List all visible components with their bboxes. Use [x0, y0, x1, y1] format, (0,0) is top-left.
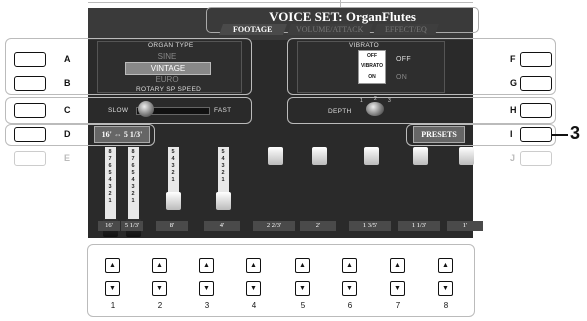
tab-footage[interactable]: FOOTAGE [218, 24, 288, 35]
key-f-label: F [510, 54, 516, 64]
key-j-label: J [510, 153, 516, 163]
drawbar-handle[interactable] [165, 192, 181, 210]
up-arrow-button[interactable]: ▲ [199, 258, 214, 273]
organ-type-sine[interactable]: SINE [125, 51, 209, 62]
drawbar-footage-label: 1' [447, 221, 483, 231]
button-number-label: 8 [443, 301, 449, 310]
rotary-slow-label: SLOW [108, 107, 129, 114]
rotary-sp-speed-label: ROTARY SP SPEED [136, 86, 202, 93]
drawbar-footage-label: 5 1/3' [121, 221, 143, 231]
rotary-speed-knob[interactable] [138, 101, 154, 117]
down-arrow-button[interactable]: ▼ [246, 281, 261, 296]
rotary-fast-label: FAST [214, 107, 232, 114]
key-h-button[interactable] [520, 103, 552, 118]
key-i-button[interactable] [520, 127, 552, 142]
drawbar-handle[interactable] [311, 147, 327, 165]
drawbar-handle[interactable] [215, 192, 231, 210]
organ-type-label: ORGAN TYPE [148, 42, 194, 49]
drawbar-footage-label: 1 3/5' [349, 221, 391, 231]
tab-volume-attack[interactable]: VOLUME/ATTACK [286, 24, 374, 35]
key-g-label: G [510, 78, 518, 88]
drawbar-scale: 87654321 [108, 149, 112, 204]
callout-number: 3 [570, 123, 581, 143]
presets-button[interactable]: PRESETS [413, 126, 465, 143]
top-rule [88, 2, 473, 3]
vibrato-label: VIBRATO [349, 42, 380, 49]
drawbar-footage-label: 8' [156, 221, 188, 231]
vibrato-switch-off: OFF [367, 53, 377, 59]
key-b-label: B [64, 78, 71, 88]
vibrato-switch[interactable]: OFF VIBRATO ON [358, 50, 386, 84]
up-arrow-button[interactable]: ▲ [342, 258, 357, 273]
key-e-label: E [64, 153, 71, 163]
button-number-label: 5 [300, 301, 306, 310]
drawbar-footage-label: 16' [98, 221, 120, 231]
drawbar-footage-label: 2' [300, 221, 336, 231]
button-number-label: 1 [110, 301, 116, 310]
key-f-button[interactable] [520, 52, 552, 67]
drawbar-footage-label: 1 1/3' [398, 221, 440, 231]
drawbar-handle[interactable] [267, 147, 283, 165]
up-arrow-button[interactable]: ▲ [438, 258, 453, 273]
down-arrow-button[interactable]: ▼ [152, 281, 167, 296]
key-c-label: C [64, 105, 71, 115]
down-arrow-button[interactable]: ▼ [295, 281, 310, 296]
down-arrow-button[interactable]: ▼ [390, 281, 405, 296]
drawbar-scale: 54321 [171, 149, 175, 183]
depth-knob[interactable] [366, 102, 384, 116]
key-d-label: D [64, 129, 71, 139]
button-number-label: 6 [347, 301, 353, 310]
vibrato-switch-on: ON [368, 74, 376, 80]
callout-line [552, 134, 568, 136]
drawbar-scale: 54321 [221, 149, 225, 183]
key-h-label: H [510, 105, 517, 115]
key-i-label: I [510, 129, 513, 139]
up-arrow-button[interactable]: ▲ [152, 258, 167, 273]
bottom-button-panel [87, 244, 475, 317]
depth-scale-1: 1 [360, 98, 364, 104]
button-number-label: 3 [204, 301, 210, 310]
down-arrow-button[interactable]: ▼ [438, 281, 453, 296]
button-number-label: 7 [395, 301, 401, 310]
down-arrow-button[interactable]: ▼ [199, 281, 214, 296]
key-a-button[interactable] [14, 52, 46, 67]
button-number-label: 4 [251, 301, 257, 310]
down-arrow-button[interactable]: ▼ [105, 281, 120, 296]
depth-label: DEPTH [328, 108, 352, 115]
title-callout-stem [340, 0, 341, 7]
drawbar-handle[interactable] [458, 147, 474, 165]
up-arrow-button[interactable]: ▲ [295, 258, 310, 273]
drawbar-handle[interactable] [412, 147, 428, 165]
up-arrow-button[interactable]: ▲ [390, 258, 405, 273]
footage-swap-button[interactable]: 16' ⇔ 5 1/3' [94, 126, 150, 143]
drawbar-footage-label: 4' [204, 221, 240, 231]
key-e-button[interactable] [14, 151, 46, 166]
key-j-button[interactable] [520, 151, 552, 166]
drawbar-scale: 87654321 [131, 149, 135, 204]
key-c-button[interactable] [14, 103, 46, 118]
key-b-button[interactable] [14, 76, 46, 91]
key-g-button[interactable] [520, 76, 552, 91]
vibrato-off-label: OFF [396, 56, 411, 63]
drawbar-footage-label: 2 2/3' [253, 221, 295, 231]
down-arrow-button[interactable]: ▼ [342, 281, 357, 296]
button-number-label: 2 [157, 301, 163, 310]
depth-scale-3: 3 [388, 98, 392, 104]
key-a-label: A [64, 54, 71, 64]
organ-type-euro[interactable]: EURO [125, 74, 209, 85]
up-arrow-button[interactable]: ▲ [246, 258, 261, 273]
drawbar-handle[interactable] [363, 147, 379, 165]
vibrato-on-label: ON [396, 74, 408, 81]
tab-effect-eq[interactable]: EFFECT/EQ [372, 24, 440, 35]
vibrato-switch-vibrato: VIBRATO [360, 63, 384, 69]
key-d-button[interactable] [14, 127, 46, 142]
up-arrow-button[interactable]: ▲ [105, 258, 120, 273]
